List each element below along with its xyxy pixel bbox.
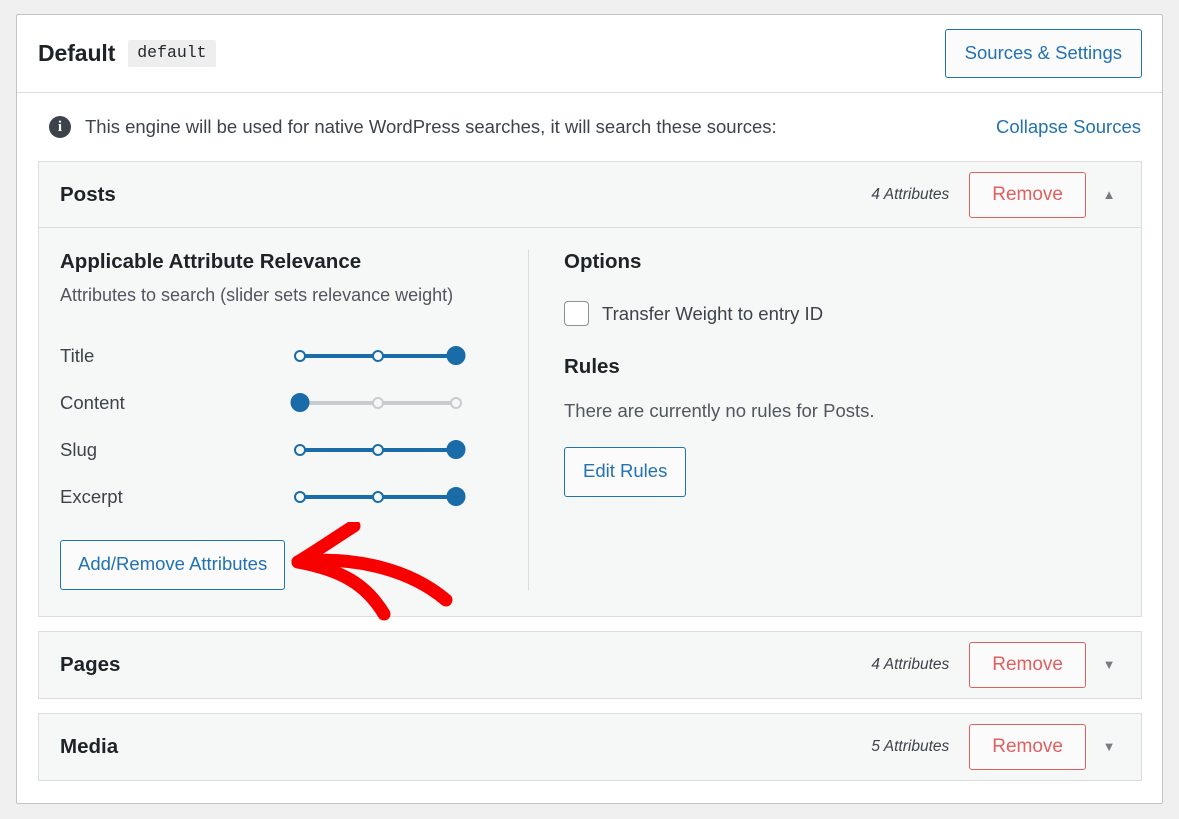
slider-label: Content <box>60 391 125 413</box>
slider-tick-2[interactable] <box>372 490 384 503</box>
slider-thumb[interactable] <box>446 440 466 459</box>
relevance-heading: Applicable Attribute Relevance <box>60 250 362 273</box>
source-name: Media <box>60 734 119 758</box>
source-panel-posts: Posts 4 Attributes Remove ▲ Applicable A… <box>38 161 1142 617</box>
slider-tick-3[interactable] <box>450 396 462 409</box>
transfer-weight-row[interactable]: Transfer Weight to entry ID <box>564 301 1141 326</box>
slider-tick-2[interactable] <box>372 443 384 456</box>
remove-source-button[interactable]: Remove <box>969 723 1086 770</box>
slider-tick-2[interactable] <box>372 396 384 409</box>
add-remove-attributes-button[interactable]: Add/Remove Attributes <box>60 540 286 590</box>
engine-slug-badge: default <box>128 39 216 68</box>
attributes-count: 4 Attributes <box>871 185 950 203</box>
source-body-posts: Applicable Attribute Relevance Attribute… <box>39 228 1141 616</box>
slider-tick-1[interactable] <box>294 443 306 456</box>
slider-thumb[interactable] <box>446 487 466 506</box>
slider-tick-1[interactable] <box>294 349 306 362</box>
slider-label: Title <box>60 344 95 366</box>
engine-title: Default <box>38 40 116 66</box>
slider-row-excerpt: Excerpt <box>60 473 528 520</box>
engine-header: Default default Sources & Settings <box>17 15 1162 93</box>
search-engine-settings-page: Default default Sources & Settings i Thi… <box>0 0 1179 819</box>
slider-label: Excerpt <box>60 485 123 507</box>
slider-tick-1[interactable] <box>294 490 306 503</box>
source-header-media[interactable]: Media 5 Attributes Remove ▼ <box>39 713 1141 780</box>
relevance-slider-content[interactable] <box>290 393 462 413</box>
remove-source-button[interactable]: Remove <box>969 641 1086 688</box>
chevron-down-icon[interactable]: ▼ <box>1094 657 1124 672</box>
relevance-slider-slug[interactable] <box>294 440 466 460</box>
source-header-posts[interactable]: Posts 4 Attributes Remove ▲ <box>39 162 1141 228</box>
collapse-sources-link[interactable]: Collapse Sources <box>996 116 1141 138</box>
chevron-up-icon[interactable]: ▲ <box>1094 187 1124 202</box>
relevance-subheading: Attributes to search (slider sets releva… <box>60 285 454 305</box>
slider-row-title: Title <box>60 332 528 379</box>
rules-empty-text: There are currently no rules for Posts. <box>564 400 875 421</box>
attribute-relevance-column: Applicable Attribute Relevance Attribute… <box>39 250 529 590</box>
source-panel-pages: Pages 4 Attributes Remove ▼ <box>38 630 1142 699</box>
transfer-weight-label: Transfer Weight to entry ID <box>602 302 824 324</box>
remove-source-button[interactable]: Remove <box>969 171 1086 218</box>
relevance-slider-title[interactable] <box>294 346 466 366</box>
chevron-down-icon[interactable]: ▼ <box>1094 739 1124 754</box>
info-icon: i <box>49 116 71 138</box>
source-name: Posts <box>60 182 116 206</box>
sources-and-settings-button[interactable]: Sources & Settings <box>944 28 1142 79</box>
edit-rules-button[interactable]: Edit Rules <box>564 447 687 497</box>
relevance-slider-excerpt[interactable] <box>294 487 466 507</box>
engine-card: Default default Sources & Settings i Thi… <box>16 14 1163 804</box>
slider-label: Slug <box>60 438 98 460</box>
options-column: Options Transfer Weight to entry ID Rule… <box>529 250 1141 590</box>
sources-list: Posts 4 Attributes Remove ▲ Applicable A… <box>17 161 1162 781</box>
attribute-slider-list: Title Content Slug Excerpt <box>60 332 528 520</box>
slider-row-content: Content <box>60 379 528 426</box>
slider-tick-2[interactable] <box>372 349 384 362</box>
options-heading: Options <box>564 250 642 273</box>
source-panel-media: Media 5 Attributes Remove ▼ <box>38 712 1142 781</box>
transfer-weight-checkbox[interactable] <box>564 301 589 326</box>
slider-thumb[interactable] <box>446 346 466 365</box>
notice-text: This engine will be used for native Word… <box>85 116 777 137</box>
rules-heading: Rules <box>564 355 620 378</box>
slider-row-slug: Slug <box>60 426 528 473</box>
source-header-pages[interactable]: Pages 4 Attributes Remove ▼ <box>39 631 1141 698</box>
attributes-count: 5 Attributes <box>871 737 950 755</box>
attributes-count: 4 Attributes <box>871 655 950 673</box>
engine-notice: i This engine will be used for native Wo… <box>17 93 1162 161</box>
slider-thumb[interactable] <box>290 393 310 412</box>
source-name: Pages <box>60 652 121 676</box>
